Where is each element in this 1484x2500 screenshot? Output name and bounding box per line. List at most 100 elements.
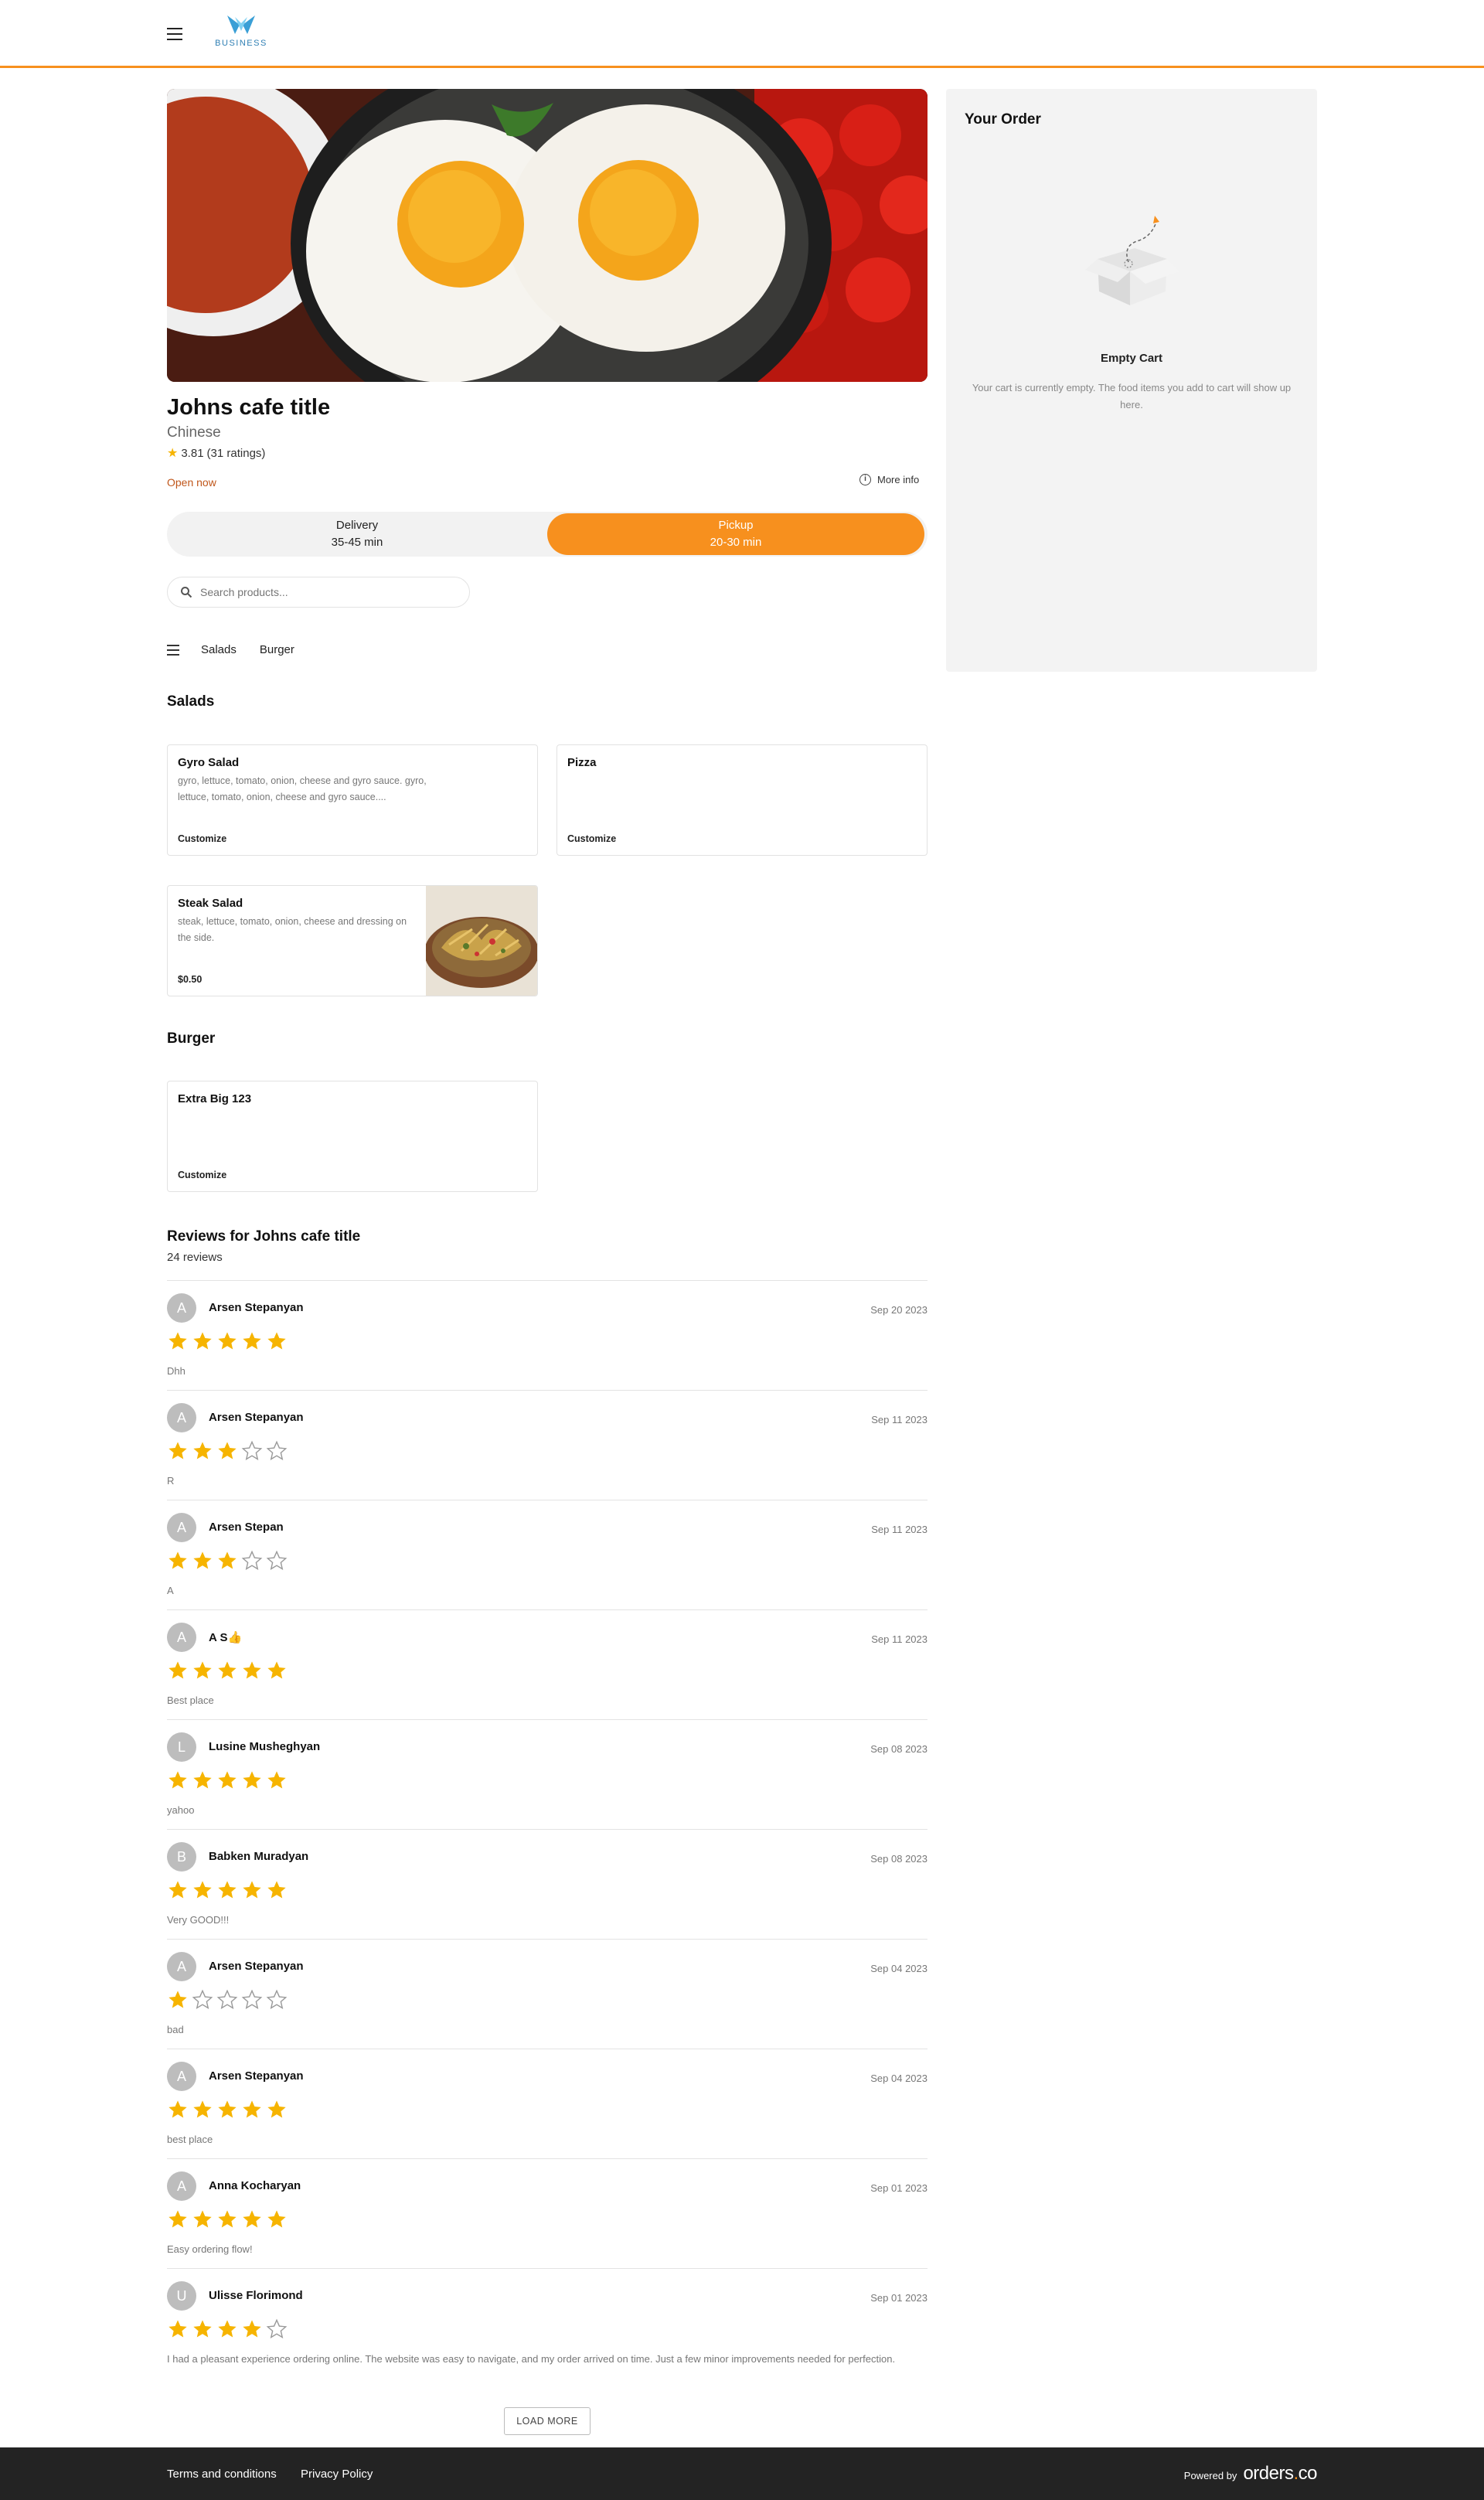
- review-stars: [167, 1660, 288, 1681]
- empty-cart-icon: [1085, 216, 1179, 305]
- review-stars: [167, 1440, 288, 1462]
- product-card[interactable]: Gyro Salad gyro, lettuce, tomato, onion,…: [167, 744, 538, 856]
- product-name: Gyro Salad: [178, 756, 240, 769]
- order-title: Your Order: [965, 111, 1041, 128]
- star-filled-icon: [267, 1881, 286, 1899]
- reviewer-name: Arsen Stepanyan: [209, 2069, 304, 2083]
- review-date: Sep 20 2023: [870, 1304, 928, 1316]
- star-filled-icon: [243, 2210, 261, 2228]
- star-filled-icon: [168, 1991, 187, 2008]
- star-filled-icon: [193, 2210, 212, 2228]
- delivery-label: Delivery: [335, 519, 379, 532]
- review-text: Best place: [167, 1694, 214, 1706]
- star-filled-icon: [218, 1881, 237, 1899]
- reviewer-name: Arsen Stepanyan: [209, 1301, 304, 1314]
- delivery-option[interactable]: Delivery 35-45 min: [168, 513, 546, 555]
- privacy-link[interactable]: Privacy Policy: [301, 2468, 373, 2481]
- powered-by[interactable]: Powered by orders.co: [1184, 2463, 1318, 2485]
- search-input[interactable]: [200, 586, 432, 598]
- review-item: A Arsen Stepanyan Sep 04 2023 bad: [167, 1939, 928, 2049]
- star-empty-icon: [241, 1550, 263, 1570]
- review-date: Sep 11 2023: [871, 1414, 928, 1425]
- star-empty-icon: [216, 1989, 238, 2009]
- avatar: A: [167, 2062, 196, 2091]
- reviewer-name: Arsen Stepanyan: [209, 1411, 304, 1424]
- star-empty-icon: [241, 1440, 263, 1460]
- reviewer-name: Babken Muradyan: [209, 1850, 309, 1863]
- product-card[interactable]: Steak Salad steak, lettuce, tomato, onio…: [167, 885, 538, 996]
- star-filled-icon: [267, 1661, 286, 1679]
- product-name: Pizza: [567, 756, 597, 769]
- business-logo[interactable]: BUSINESS: [210, 14, 272, 54]
- rating-value: 3.81: [181, 446, 204, 460]
- review-text: Dhh: [167, 1365, 186, 1377]
- menu-icon[interactable]: [167, 28, 182, 40]
- star-filled-icon: [193, 2320, 212, 2338]
- reviews-title: Reviews for Johns cafe title: [167, 1228, 361, 1245]
- logo-text: BUSINESS: [215, 39, 267, 48]
- star-filled-icon: [193, 1551, 212, 1569]
- star-filled-icon: [243, 2100, 261, 2118]
- load-more-button[interactable]: LOAD MORE: [504, 2407, 591, 2435]
- more-info-label: More info: [877, 474, 920, 485]
- top-header: BUSINESS: [0, 0, 1484, 68]
- review-text: Easy ordering flow!: [167, 2243, 253, 2255]
- avatar: U: [167, 2281, 196, 2311]
- review-date: Sep 11 2023: [871, 1633, 928, 1645]
- product-name: Steak Salad: [178, 897, 243, 910]
- review-item: A A S👍 Sep 11 2023 Best place: [167, 1609, 928, 1719]
- star-filled-icon: [168, 2100, 187, 2118]
- star-filled-icon: [218, 1551, 237, 1569]
- product-price: $0.50: [178, 974, 203, 985]
- star-empty-icon: [266, 1989, 288, 2009]
- star-filled-icon: [267, 2100, 286, 2118]
- star-icon: ★: [167, 447, 179, 460]
- section-title-burger: Burger: [167, 1030, 216, 1047]
- order-mode-toggle: Delivery 35-45 min Pickup 20-30 min: [167, 512, 928, 557]
- footer: Terms and conditions Privacy Policy Powe…: [0, 2447, 1484, 2500]
- category-menu-icon[interactable]: [167, 644, 179, 656]
- star-filled-icon: [218, 2320, 237, 2338]
- review-stars: [167, 1989, 288, 2011]
- more-info-button[interactable]: i More info: [859, 474, 919, 485]
- rating-count: (31 ratings): [206, 446, 266, 460]
- empty-cart-title: Empty Cart: [1100, 352, 1163, 365]
- orders-co-logo: orders.co: [1243, 2463, 1317, 2484]
- star-filled-icon: [168, 1771, 187, 1789]
- star-filled-icon: [168, 1551, 187, 1569]
- star-filled-icon: [243, 1332, 261, 1350]
- star-filled-icon: [193, 1661, 212, 1679]
- star-filled-icon: [218, 1771, 237, 1789]
- section-title-salads: Salads: [167, 693, 215, 710]
- product-card[interactable]: Pizza Customize: [556, 744, 928, 856]
- review-stars: [167, 1879, 288, 1901]
- star-filled-icon: [168, 2210, 187, 2228]
- product-card[interactable]: Extra Big 123 Customize: [167, 1081, 538, 1192]
- star-filled-icon: [193, 1332, 212, 1350]
- customize-button[interactable]: Customize: [178, 833, 226, 844]
- review-item: A Arsen Stepan Sep 11 2023 A: [167, 1500, 928, 1609]
- customize-button[interactable]: Customize: [178, 1170, 226, 1180]
- logo-icon: [227, 15, 255, 34]
- terms-link[interactable]: Terms and conditions: [167, 2468, 277, 2481]
- reviewer-name: A S👍: [209, 1631, 243, 1644]
- review-stars: [167, 2099, 288, 2120]
- pickup-time: 20-30 min: [710, 536, 762, 549]
- info-icon: i: [859, 474, 871, 485]
- avatar: A: [167, 1513, 196, 1542]
- star-filled-icon: [243, 1661, 261, 1679]
- star-filled-icon: [168, 1881, 187, 1899]
- review-text: best place: [167, 2134, 213, 2145]
- star-empty-icon: [241, 1989, 263, 2009]
- star-empty-icon: [192, 1989, 213, 2009]
- customize-button[interactable]: Customize: [567, 833, 616, 844]
- product-image: [426, 886, 537, 996]
- review-text: yahoo: [167, 1804, 195, 1816]
- category-link-salads[interactable]: Salads: [201, 643, 237, 656]
- star-filled-icon: [193, 2100, 212, 2118]
- review-stars: [167, 2209, 288, 2230]
- star-filled-icon: [243, 1881, 261, 1899]
- category-link-burger[interactable]: Burger: [260, 643, 294, 656]
- pickup-option[interactable]: Pickup 20-30 min: [547, 513, 924, 555]
- review-date: Sep 11 2023: [871, 1524, 928, 1535]
